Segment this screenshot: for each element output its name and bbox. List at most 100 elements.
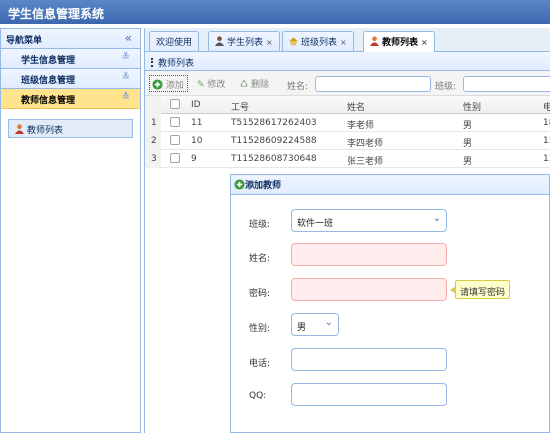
drag-handle-icon — [151, 58, 154, 67]
col-name[interactable]: 姓名 — [347, 100, 365, 113]
class-label: 班级: — [249, 220, 271, 230]
col-id[interactable]: ID — [191, 100, 201, 110]
class-select-value: 软件一班 — [297, 219, 334, 229]
add-label: 添加 — [165, 81, 184, 91]
tab-label: 欢迎使用 — [156, 38, 193, 48]
row-number: 2 — [145, 132, 161, 150]
select-all-checkbox[interactable] — [170, 99, 180, 112]
table-row[interactable]: 3 9 T11528608730648 张三老师 男 13 — [145, 150, 550, 168]
tab-label: 班级列表 — [301, 38, 338, 48]
gender-select[interactable]: 男 ⌄ — [291, 313, 339, 336]
name-field[interactable] — [291, 243, 447, 266]
cell-name: 李四老师 — [347, 139, 384, 149]
delete-label: 删除 — [250, 80, 269, 90]
add-icon — [234, 179, 245, 190]
row-number: 3 — [145, 150, 161, 168]
user-icon — [215, 36, 224, 46]
user-icon — [370, 36, 379, 46]
table-row[interactable]: 2 10 T11528609224588 李四老师 男 13 — [145, 132, 550, 150]
class-select[interactable]: 软件一班 ⌄ — [291, 209, 447, 232]
col-number[interactable]: 工号 — [231, 100, 249, 113]
cell-id: 9 — [191, 154, 197, 164]
gender-label: 性别: — [249, 324, 271, 334]
row-checkbox[interactable] — [170, 153, 180, 166]
password-tooltip: 请填写密码 — [449, 280, 511, 299]
nav-header: 导航菜单 « — [1, 29, 140, 49]
pencil-icon: ✎ — [197, 80, 205, 90]
table-header-row: ID 工号 姓名 性别 电 — [145, 96, 550, 114]
nav-header-title: 导航菜单 — [6, 36, 43, 46]
app-title: 学生信息管理系统 — [8, 7, 105, 21]
left-nav: 导航菜单 « 学生信息管理 ≚ 班级信息管理 ≚ 教师信息管理 ≙ 教师列表 — [0, 28, 141, 433]
tab-class-list[interactable]: 班级列表 × — [282, 31, 354, 51]
add-button[interactable]: 添加 — [149, 75, 188, 92]
dialog-title: 添加教师 — [245, 181, 282, 191]
delete-button[interactable]: ♺ 删除 — [238, 75, 272, 92]
cell-number: T11528608730648 — [231, 154, 317, 164]
tab-label: 学生列表 — [227, 38, 264, 48]
close-icon[interactable]: × — [421, 38, 428, 47]
row-checkbox[interactable] — [170, 135, 180, 148]
nav-section-students[interactable]: 学生信息管理 ≚ — [1, 49, 140, 69]
tab-bar: 欢迎使用 学生列表 × 班级列表 × 教师列表 × — [145, 28, 550, 52]
tab-welcome[interactable]: 欢迎使用 — [149, 31, 200, 51]
password-label: 密码: — [249, 289, 271, 299]
col-gender[interactable]: 性别 — [463, 100, 481, 113]
user-icon — [15, 124, 24, 134]
nav-section-label: 教师信息管理 — [21, 96, 76, 106]
name-filter-input[interactable] — [315, 76, 431, 92]
chevron-down-icon: ≚ — [121, 52, 130, 63]
cell-gender: 男 — [463, 121, 473, 131]
chevron-up-icon: ≙ — [121, 92, 130, 103]
cell-phone: 13 — [543, 136, 550, 146]
tab-teacher-list[interactable]: 教师列表 × — [363, 31, 435, 52]
cell-phone: 18 — [543, 118, 550, 128]
chevron-down-icon: ⌄ — [324, 317, 333, 328]
home-icon — [289, 37, 298, 46]
toolbar: 添加 ✎ 修改 ♺ 删除 姓名: 班级: — [145, 71, 550, 96]
password-field[interactable] — [291, 278, 447, 301]
add-icon — [152, 79, 163, 90]
nav-section-label: 班级信息管理 — [21, 76, 76, 86]
nav-section-teachers[interactable]: 教师信息管理 ≙ — [1, 89, 140, 109]
nav-section-body: 教师列表 — [1, 109, 140, 148]
phone-field[interactable] — [291, 348, 447, 371]
tab-student-list[interactable]: 学生列表 × — [208, 31, 280, 51]
cell-number: T11528609224588 — [231, 136, 317, 146]
cell-gender: 男 — [463, 157, 473, 167]
cell-name: 张三老师 — [347, 157, 384, 167]
cell-id: 11 — [191, 118, 203, 128]
class-filter-select[interactable] — [463, 76, 550, 92]
password-tooltip-text: 请填写密码 — [460, 288, 506, 298]
name-filter-label: 姓名: — [287, 82, 309, 92]
delete-icon: ♺ — [240, 80, 249, 90]
collapse-nav-icon[interactable]: « — [125, 31, 132, 45]
class-filter-label: 班级: — [435, 82, 457, 92]
row-checkbox[interactable] — [170, 117, 180, 130]
app-title-bar: 学生信息管理系统 — [0, 0, 550, 24]
cell-gender: 男 — [463, 139, 473, 149]
rownum-header — [145, 96, 161, 114]
qq-label: QQ: — [249, 391, 267, 401]
close-icon[interactable]: × — [340, 38, 347, 47]
chevron-down-icon: ≚ — [121, 72, 130, 83]
chevron-down-icon: ⌄ — [432, 213, 441, 224]
edit-label: 修改 — [207, 80, 226, 90]
qq-field[interactable] — [291, 383, 447, 406]
gender-select-value: 男 — [297, 323, 307, 333]
add-teacher-dialog: 添加教师 班级: 软件一班 ⌄ 姓名: 密码: 请填写密码 性别: 男 ⌄ 电话… — [230, 174, 550, 433]
table-row[interactable]: 1 11 T51528617262403 李老师 男 18 — [145, 114, 550, 132]
nav-item-teacher-list[interactable]: 教师列表 — [8, 119, 133, 138]
col-phone[interactable]: 电 — [543, 100, 550, 113]
name-label: 姓名: — [249, 254, 271, 264]
phone-label: 电话: — [249, 359, 271, 369]
edit-button[interactable]: ✎ 修改 — [195, 75, 228, 92]
close-icon[interactable]: × — [266, 38, 273, 47]
cell-phone: 13 — [543, 154, 550, 164]
nav-section-classes[interactable]: 班级信息管理 ≚ — [1, 69, 140, 89]
panel-title: 教师列表 — [158, 59, 195, 69]
cell-id: 10 — [191, 136, 203, 146]
tab-label: 教师列表 — [382, 38, 419, 48]
row-number: 1 — [145, 114, 161, 132]
nav-item-label: 教师列表 — [27, 126, 64, 136]
